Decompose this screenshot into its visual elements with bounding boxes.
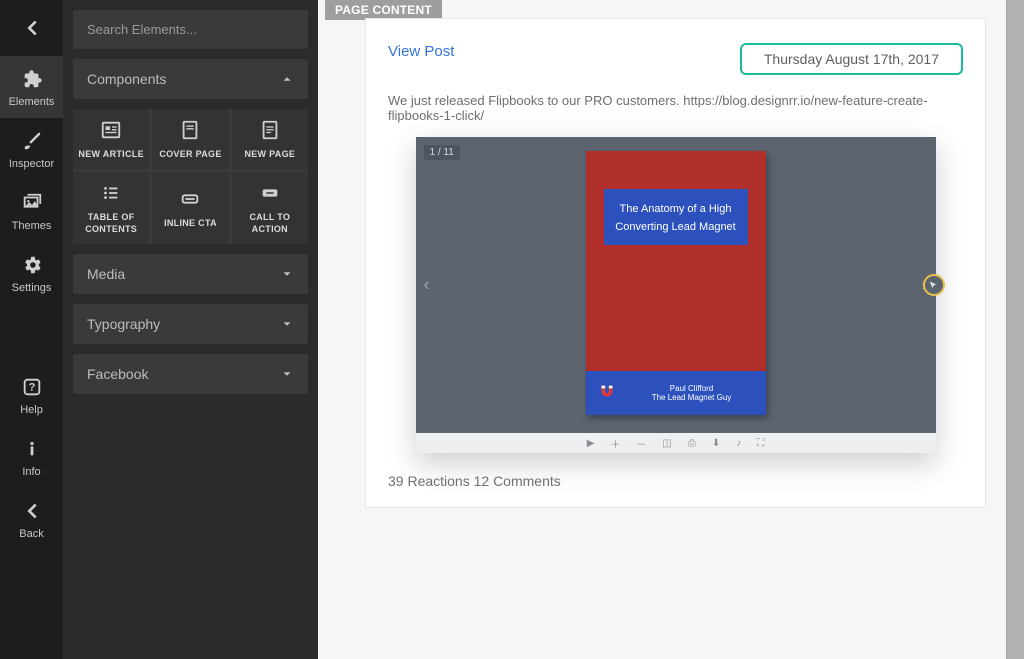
tile-label: CALL TO ACTION: [236, 212, 304, 235]
cover-footer-band: Paul Clifford The Lead Magnet Guy: [586, 371, 766, 415]
tool-download[interactable]: ⬇: [712, 438, 720, 449]
section-label: Facebook: [87, 366, 148, 382]
rail-item-settings[interactable]: Settings: [0, 242, 63, 304]
cursor-icon: [928, 280, 939, 291]
flipbook-viewer: 1 / 11 ‹ › The Anatomy of a High Convert…: [416, 137, 936, 453]
viewer-toolbar: ▶ ＋ － ◫ ⎙ ⬇ ♪ ⛶: [416, 433, 936, 453]
list-icon: [99, 182, 123, 204]
chevron-down-icon: [280, 317, 294, 331]
tile-new-article[interactable]: NEW ARTICLE: [73, 109, 149, 169]
magnet-icon: [596, 382, 618, 404]
components-grid: NEW ARTICLE COVER PAGE NEW PAGE TABLE OF…: [73, 109, 308, 244]
rail-label: Info: [22, 466, 40, 478]
section-label: Typography: [87, 316, 160, 332]
rail-label: Inspector: [9, 158, 54, 170]
inline-cta-icon: [178, 188, 202, 210]
viewer-body: 1 / 11 ‹ › The Anatomy of a High Convert…: [416, 137, 936, 433]
page-counter: 1 / 11: [424, 145, 460, 160]
breadcrumb: PAGE CONTENT: [325, 0, 442, 20]
cta-icon: [258, 182, 282, 204]
svg-text:?: ?: [28, 382, 35, 394]
rail-item-themes[interactable]: Themes: [0, 180, 63, 242]
puzzle-icon: [21, 68, 43, 90]
icon-rail: Elements Inspector Themes Settings ? Hel…: [0, 0, 63, 659]
help-icon: ?: [21, 376, 43, 398]
tile-new-page[interactable]: NEW PAGE: [232, 109, 308, 169]
viewer-prev[interactable]: ‹: [424, 275, 430, 296]
tile-label: NEW PAGE: [244, 149, 295, 160]
cover-icon: [178, 119, 202, 141]
search-input[interactable]: [73, 10, 308, 49]
cover-footer-text: Paul Clifford The Lead Magnet Guy: [628, 384, 756, 402]
tile-label: NEW ARTICLE: [78, 149, 143, 160]
post-card: View Post Thursday August 17th, 2017 We …: [365, 18, 986, 508]
elements-panel: Components NEW ARTICLE COVER PAGE NEW PA…: [63, 0, 318, 659]
rail-label: Back: [19, 528, 43, 540]
rail-back-top[interactable]: [0, 0, 63, 56]
tool-thumbnails[interactable]: ◫: [662, 438, 671, 449]
rail-item-info[interactable]: Info: [0, 426, 63, 488]
rail-label: Elements: [9, 96, 55, 108]
tile-toc[interactable]: TABLE OF CONTENTS: [73, 172, 149, 244]
rail-item-elements[interactable]: Elements: [0, 56, 63, 118]
card-header: View Post Thursday August 17th, 2017: [388, 43, 963, 75]
brush-icon: [21, 130, 43, 152]
tool-zoom-out[interactable]: －: [636, 436, 646, 451]
chevron-left-icon: [21, 500, 43, 522]
section-facebook[interactable]: Facebook: [73, 354, 308, 394]
section-media[interactable]: Media: [73, 254, 308, 294]
rail-item-back[interactable]: Back: [0, 488, 63, 550]
article-icon: [99, 119, 123, 141]
chevron-up-icon: [280, 72, 294, 86]
tile-cover-page[interactable]: COVER PAGE: [152, 109, 228, 169]
post-date[interactable]: Thursday August 17th, 2017: [740, 43, 963, 75]
chevron-down-icon: [280, 267, 294, 281]
right-gutter: [1006, 0, 1024, 659]
tool-sound[interactable]: ♪: [736, 438, 741, 449]
cover-title: The Anatomy of a High Converting Lead Ma…: [615, 203, 735, 233]
tile-label: INLINE CTA: [164, 218, 217, 229]
chevron-down-icon: [280, 367, 294, 381]
gear-icon: [21, 254, 43, 276]
tile-inline-cta[interactable]: INLINE CTA: [152, 172, 228, 244]
tool-print[interactable]: ⎙: [688, 438, 696, 449]
cover-subtitle: The Lead Magnet Guy: [628, 393, 756, 402]
rail-label: Help: [20, 404, 43, 416]
stage: PAGE CONTENT View Post Thursday August 1…: [318, 0, 1024, 659]
info-icon: [21, 438, 43, 460]
section-label: Media: [87, 266, 125, 282]
view-post-link[interactable]: View Post: [388, 43, 454, 60]
image-stack-icon: [21, 192, 43, 214]
tile-label: COVER PAGE: [159, 149, 221, 160]
section-components[interactable]: Components: [73, 59, 308, 99]
tool-play[interactable]: ▶: [587, 438, 595, 449]
post-meta: 39 Reactions 12 Comments: [388, 473, 963, 489]
cover-author: Paul Clifford: [628, 384, 756, 393]
tile-label: TABLE OF CONTENTS: [77, 212, 145, 235]
rail-label: Settings: [12, 282, 52, 294]
tile-cta[interactable]: CALL TO ACTION: [232, 172, 308, 244]
cover-title-band: The Anatomy of a High Converting Lead Ma…: [604, 189, 748, 245]
flipbook-cover[interactable]: The Anatomy of a High Converting Lead Ma…: [586, 151, 766, 415]
viewer-next-highlight[interactable]: [923, 274, 945, 296]
section-label: Components: [87, 71, 166, 87]
post-description: We just released Flipbooks to our PRO cu…: [388, 93, 963, 123]
section-typography[interactable]: Typography: [73, 304, 308, 344]
page-icon: [258, 119, 282, 141]
rail-label: Themes: [12, 220, 52, 232]
tool-zoom-in[interactable]: ＋: [610, 436, 620, 451]
tool-fullscreen[interactable]: ⛶: [757, 438, 764, 449]
rail-item-inspector[interactable]: Inspector: [0, 118, 63, 180]
rail-item-help[interactable]: ? Help: [0, 364, 63, 426]
